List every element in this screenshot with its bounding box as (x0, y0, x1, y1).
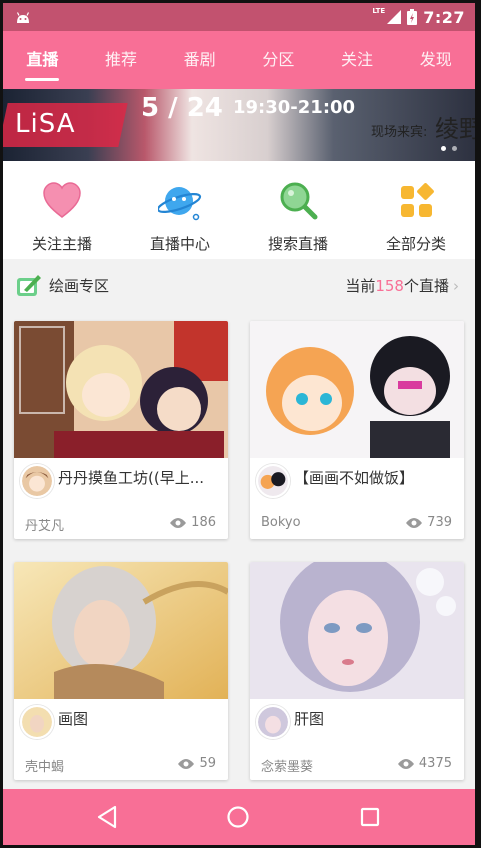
avatar[interactable] (20, 705, 54, 739)
quick-follow-streamers[interactable]: 关注主播 (3, 161, 121, 259)
eye-icon (170, 517, 187, 528)
banner-time: 19:30-21:00 (233, 97, 356, 118)
quick-label: 直播中心 (149, 235, 210, 253)
promo-banner[interactable]: LiSA 5 / 24 19:30-21:00 现场来宾: 绫野 (3, 89, 475, 161)
pager-dot[interactable] (452, 146, 457, 151)
clock: 7:27 (423, 7, 465, 27)
eye-icon (406, 517, 423, 528)
section-title: 绘画专区 (49, 277, 110, 295)
stream-thumbnail (14, 321, 228, 458)
system-nav-bar (3, 789, 475, 845)
streamer-name: 丹艾凡 (25, 519, 65, 534)
view-count-value: 59 (199, 756, 216, 771)
quick-label: 搜索直播 (267, 235, 328, 253)
banner-guest-name: 绫野 (435, 115, 475, 143)
live-count-link[interactable]: 当前158个直播 › (345, 275, 459, 296)
live-card[interactable]: 丹丹摸鱼工坊((早上... 丹艾凡 186 (14, 321, 228, 539)
tab-recommend[interactable]: 推荐 (82, 31, 161, 89)
view-count: 186 (170, 515, 216, 530)
avatar[interactable] (256, 464, 290, 498)
tab-follow[interactable]: 关注 (318, 31, 397, 89)
home-icon[interactable] (222, 801, 254, 833)
paint-board-icon (17, 275, 41, 296)
stream-thumbnail (14, 562, 228, 699)
tab-live[interactable]: 直播 (3, 31, 82, 89)
stream-thumbnail (250, 562, 464, 699)
view-count: 59 (178, 756, 216, 771)
banner-artist: LiSA (15, 109, 76, 139)
signal-icon (387, 10, 402, 24)
stream-title: 【画画不如做饭】 (294, 469, 415, 487)
eye-icon (397, 758, 414, 769)
avatar[interactable] (256, 705, 290, 739)
quick-entries: 关注主播 直播中心 搜索直播 全部分类 (3, 161, 475, 259)
stream-title: 肝图 (294, 710, 325, 728)
live-count: 158 (375, 277, 404, 295)
streamer-name: Bokyo (261, 515, 301, 530)
live-card[interactable]: 肝图 念萦墨葵 4375 (250, 562, 464, 780)
view-count-value: 186 (191, 515, 216, 530)
view-count: 4375 (397, 756, 452, 771)
banner-date: 5 / 24 (141, 93, 223, 123)
recents-icon[interactable] (354, 801, 386, 833)
status-bar: LTE 7:27 (3, 3, 475, 31)
android-icon (16, 12, 30, 23)
heart-icon (43, 182, 81, 218)
tab-bangumi[interactable]: 番剧 (160, 31, 239, 89)
stream-thumbnail (250, 321, 464, 458)
live-card[interactable]: 画图 壳中蝎 59 (14, 562, 228, 780)
stream-title: 画图 (58, 710, 89, 728)
chevron-right-icon: › (453, 277, 459, 295)
quick-label: 关注主播 (31, 235, 92, 253)
tab-discover[interactable]: 发现 (396, 31, 475, 89)
stream-title: 丹丹摸鱼工坊((早上... (58, 469, 205, 487)
back-icon[interactable] (91, 801, 123, 833)
network-type: LTE (372, 7, 386, 15)
top-tabs: 直播 推荐 番剧 分区 关注 发现 (3, 31, 475, 89)
count-suffix: 个直播 (403, 277, 449, 295)
view-count-value: 739 (427, 515, 452, 530)
streamer-name: 壳中蝎 (25, 760, 65, 775)
quick-all-categories[interactable]: 全部分类 (357, 161, 475, 259)
streamer-name: 念萦墨葵 (261, 760, 314, 775)
quick-search-live[interactable]: 搜索直播 (239, 161, 357, 259)
search-icon (280, 182, 318, 220)
quick-live-center[interactable]: 直播中心 (121, 161, 239, 259)
view-count: 739 (406, 515, 452, 530)
banner-pager (441, 146, 457, 151)
live-card[interactable]: 【画画不如做饭】 Bokyo 739 (250, 321, 464, 539)
pager-dot[interactable] (441, 146, 446, 151)
count-prefix: 当前 (345, 277, 376, 295)
eye-icon (178, 758, 195, 769)
view-count-value: 4375 (418, 756, 452, 771)
banner-guest-label: 现场来宾: (371, 125, 428, 140)
tab-category[interactable]: 分区 (239, 31, 318, 89)
app-screen: LTE 7:27 直播 推荐 番剧 分区 关注 发现 LiSA 5 / 24 1… (3, 3, 475, 845)
quick-label: 全部分类 (385, 235, 446, 253)
avatar[interactable] (20, 464, 54, 498)
section-header: 绘画专区 当前158个直播 › (3, 259, 475, 309)
planet-icon (158, 187, 202, 221)
battery-icon (407, 9, 418, 25)
grid-icon (401, 183, 434, 217)
